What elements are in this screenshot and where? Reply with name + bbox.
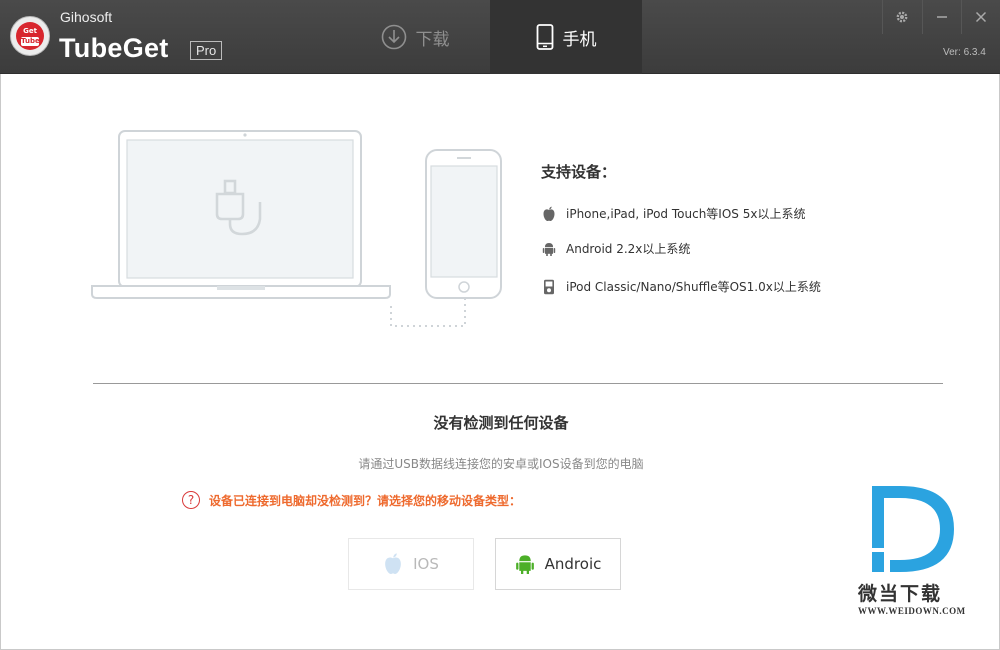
warning-message: ? 设备已连接到电脑却没检测到？请选择您的移动设备类型： [182, 491, 521, 509]
app-name: TubeGet [59, 33, 169, 63]
device-text-ipod: iPod Classic/Nano/Shuffle等OS1.0x以上系统 [566, 280, 821, 294]
android-icon [542, 242, 556, 256]
close-icon [975, 11, 986, 23]
connect-hint: 请通过USB数据线连接您的安卓或IOS设备到您的电脑 [358, 457, 644, 471]
support-title: 支持设备： [541, 163, 617, 181]
ios-button[interactable]: IOS [348, 538, 474, 590]
version-label: Ver: 6.3.4 [943, 47, 986, 58]
warning-text: 设备已连接到电脑却没检测到？请选择您的移动设备类型： [209, 493, 522, 508]
question-icon: ? [182, 491, 200, 509]
tab-phone-label: 手机 [562, 29, 597, 50]
edition-badge: Pro [190, 41, 223, 60]
device-item-ios: iPhone,iPad, iPod Touch等IOS 5x以上系统 [542, 205, 805, 222]
device-item-android: Android 2.2x以上系统 [542, 240, 690, 257]
watermark-text: 微当下载 [858, 583, 943, 605]
no-device-title: 没有检测到任何设备 [433, 414, 569, 432]
android-icon [515, 555, 534, 574]
download-circle-icon [381, 24, 406, 50]
tab-download-label: 下载 [415, 29, 450, 50]
device-text-ios: iPhone,iPad, iPod Touch等IOS 5x以上系统 [566, 207, 806, 221]
settings-button[interactable] [882, 0, 920, 34]
section-divider [93, 383, 943, 384]
minimize-button[interactable] [922, 0, 960, 34]
watermark-url: WWW.WEIDOWN.COM [858, 606, 966, 616]
device-item-ipod: iPod Classic/Nano/Shuffle等OS1.0x以上系统 [542, 278, 821, 295]
connect-device-illustration [91, 130, 502, 327]
tab-download[interactable]: 下载 [340, 0, 490, 74]
ios-button-label: IOS [413, 555, 439, 573]
apple-icon [543, 206, 555, 221]
gear-icon [896, 11, 907, 23]
apple-icon [385, 553, 401, 574]
android-button-label: Androic [544, 555, 602, 573]
ipod-icon [544, 279, 554, 294]
company-name: Gihosoft [60, 9, 113, 25]
app-logo-icon: Get Tube [10, 16, 50, 56]
phone-icon [536, 24, 553, 50]
title-bar: Get Tube Gihosoft TubeGet Pro 下载 手机 Ver:… [0, 0, 1000, 74]
android-button[interactable]: Androic [495, 538, 621, 590]
tab-phone[interactable]: 手机 [490, 0, 642, 74]
minimize-icon [936, 16, 947, 18]
device-text-android: Android 2.2x以上系统 [566, 242, 691, 256]
main-panel: 支持设备： iPhone,iPad, iPod Touch等IOS 5x以上系统… [0, 74, 1000, 650]
close-button[interactable] [961, 0, 999, 34]
